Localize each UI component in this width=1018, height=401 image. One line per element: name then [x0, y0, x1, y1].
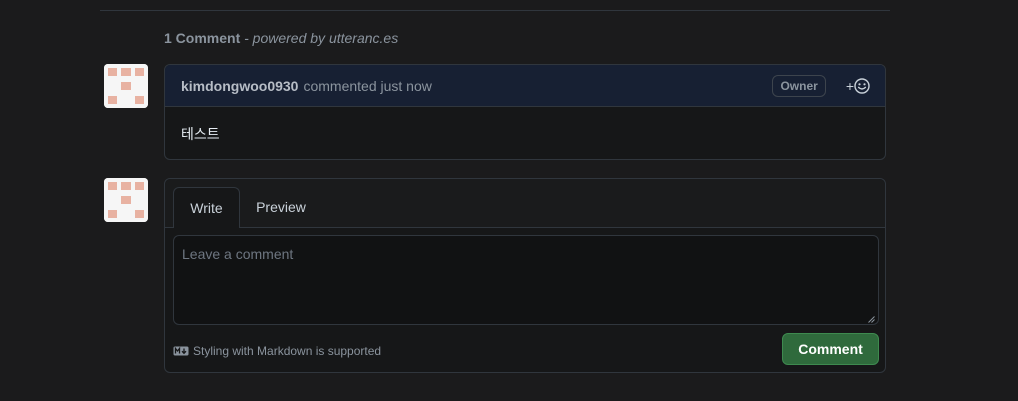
comment-body: 테스트 — [181, 126, 220, 142]
submit-comment-button[interactable]: Comment — [782, 333, 879, 365]
identicon-avatar — [104, 64, 148, 108]
comment-card: kimdongwoo0930 commented just now Owner … — [164, 64, 886, 160]
current-user-avatar[interactable] — [104, 178, 148, 222]
markdown-support-note[interactable]: Styling with Markdown is supported — [173, 344, 381, 358]
markdown-note-text: Styling with Markdown is supported — [193, 344, 382, 358]
comment-textarea[interactable] — [173, 235, 879, 325]
tab-write[interactable]: Write — [173, 187, 240, 228]
add-reaction-button[interactable]: + — [846, 78, 870, 94]
comment-author-avatar[interactable] — [104, 64, 148, 108]
editor-tabs: Write Preview — [165, 179, 885, 228]
top-divider — [100, 10, 890, 11]
smiley-icon — [854, 77, 870, 94]
comments-header: 1 Comment - powered by utteranc.es — [164, 30, 398, 46]
markdown-icon — [173, 346, 189, 356]
new-comment-form: Write Preview Styling with Markdown is s… — [164, 178, 886, 373]
comment-author-link[interactable]: kimdongwoo0930 — [181, 78, 298, 94]
identicon-avatar — [104, 178, 148, 222]
reaction-plus: + — [845, 77, 854, 94]
owner-badge: Owner — [772, 74, 826, 97]
resize-handle-icon[interactable] — [868, 316, 875, 323]
comment-count: 1 Comment — [164, 30, 241, 46]
comment-header: kimdongwoo0930 commented just now Owner … — [165, 65, 885, 107]
tab-preview[interactable]: Preview — [249, 187, 313, 227]
comment-timestamp[interactable]: commented just now — [303, 78, 431, 94]
powered-by-link[interactable]: - powered by utteranc.es — [244, 30, 398, 46]
